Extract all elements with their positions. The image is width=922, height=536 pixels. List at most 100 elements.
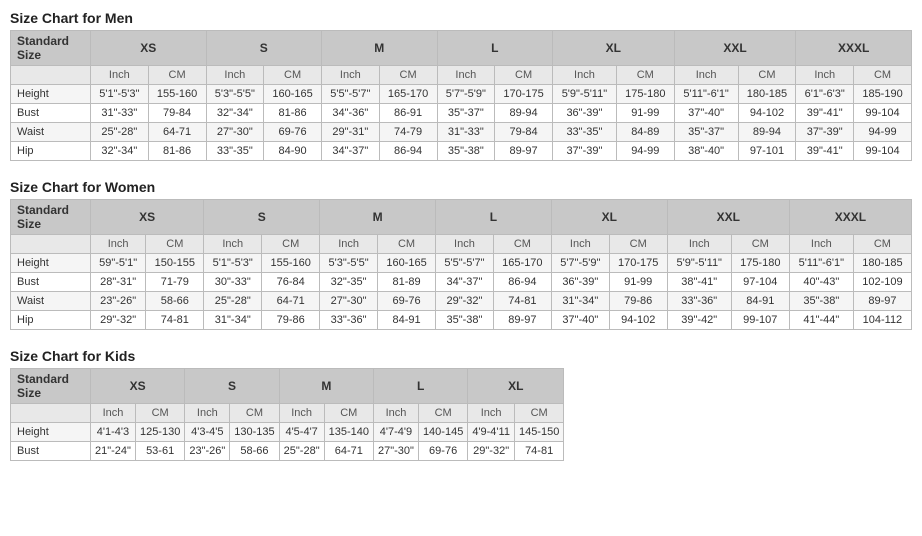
cell-value: 89-94 — [495, 104, 553, 123]
women-m-header: M — [320, 200, 436, 235]
men-xxl-inch: Inch — [674, 66, 738, 85]
cell-value: 64-71 — [262, 292, 320, 311]
kids-xs-cm: CM — [135, 404, 184, 423]
men-xs-cm: CM — [148, 66, 206, 85]
cell-value: 38"-40" — [674, 142, 738, 161]
kids-xl-cm: CM — [514, 404, 563, 423]
cell-value: 140-145 — [418, 423, 467, 442]
cell-value: 6'1"-6'3" — [796, 85, 854, 104]
cell-value: 94-99 — [616, 142, 674, 161]
cell-value: 86-94 — [379, 142, 437, 161]
cell-value: 4'3-4'5 — [185, 423, 230, 442]
cell-value: 33"-36" — [667, 292, 731, 311]
cell-value: 81-86 — [264, 104, 322, 123]
cell-value: 94-102 — [738, 104, 796, 123]
table-row: Bust21"-24"53-6123"-26"58-6625"-28"64-71… — [11, 442, 564, 461]
cell-value: 84-89 — [616, 123, 674, 142]
cell-value: 160-165 — [378, 254, 436, 273]
women-xs-header: XS — [91, 200, 204, 235]
cell-value: 4'1-4'3 — [91, 423, 136, 442]
cell-value: 180-185 — [853, 254, 911, 273]
kids-xl-header: XL — [468, 369, 564, 404]
cell-value: 79-84 — [148, 104, 206, 123]
cell-value: 58-66 — [230, 442, 279, 461]
cell-value: 91-99 — [616, 104, 674, 123]
table-row: Bust31"-33"79-8432"-34"81-8634"-36"86-91… — [11, 104, 912, 123]
men-xxxl-inch: Inch — [796, 66, 854, 85]
kids-header-row: Standard Size XS S M L XL — [11, 369, 564, 404]
kids-l-cm: CM — [418, 404, 467, 423]
men-table: Standard Size XS S M L XL XXL XXXL Inch … — [10, 30, 912, 161]
women-subheader-row: Inch CM Inch CM Inch CM Inch CM Inch CM … — [11, 235, 912, 254]
kids-table: Standard Size XS S M L XL Inch CM Inch C… — [10, 368, 564, 461]
cell-value: 165-170 — [379, 85, 437, 104]
cell-value: 37"-39" — [796, 123, 854, 142]
cell-value: 175-180 — [616, 85, 674, 104]
cell-value: 5'7"-5'9" — [437, 85, 495, 104]
cell-value: 4'7-4'9 — [373, 423, 418, 442]
row-label: Waist — [11, 123, 91, 142]
cell-value: 27"-30" — [373, 442, 418, 461]
cell-value: 25"-28" — [204, 292, 262, 311]
cell-value: 29"-32" — [436, 292, 494, 311]
cell-value: 79-86 — [262, 311, 320, 330]
cell-value: 104-112 — [853, 311, 911, 330]
women-body: Height59"-5'1"150-1555'1"-5'3"155-1605'3… — [11, 254, 912, 330]
row-label: Waist — [11, 292, 91, 311]
cell-value: 35"-38" — [436, 311, 494, 330]
cell-value: 180-185 — [738, 85, 796, 104]
cell-value: 36"-39" — [551, 273, 609, 292]
women-xs-cm: CM — [146, 235, 204, 254]
cell-value: 94-102 — [609, 311, 667, 330]
cell-value: 25"-28" — [279, 442, 324, 461]
men-m-inch: Inch — [322, 66, 380, 85]
cell-value: 69-76 — [264, 123, 322, 142]
men-xxl-cm: CM — [738, 66, 796, 85]
kids-l-header: L — [373, 369, 467, 404]
cell-value: 125-130 — [135, 423, 184, 442]
cell-value: 37"-39" — [553, 142, 617, 161]
cell-value: 97-104 — [731, 273, 789, 292]
men-header-row: Standard Size XS S M L XL XXL XXXL — [11, 31, 912, 66]
women-xs-inch: Inch — [91, 235, 146, 254]
row-label: Height — [11, 254, 91, 273]
cell-value: 97-101 — [738, 142, 796, 161]
cell-value: 99-107 — [731, 311, 789, 330]
cell-value: 27"-30" — [206, 123, 264, 142]
cell-value: 41"-44" — [789, 311, 853, 330]
cell-value: 35"-37" — [674, 123, 738, 142]
cell-value: 86-91 — [379, 104, 437, 123]
women-section: Size Chart for Women Standard Size XS S … — [10, 179, 912, 330]
cell-value: 39"-41" — [796, 104, 854, 123]
men-title: Size Chart for Men — [10, 10, 912, 26]
table-row: Height4'1-4'3125-1304'3-4'5130-1354'5-4'… — [11, 423, 564, 442]
cell-value: 5'3"-5'5" — [320, 254, 378, 273]
cell-value: 33"-36" — [320, 311, 378, 330]
men-xxxl-cm: CM — [854, 66, 912, 85]
cell-value: 34"-36" — [322, 104, 380, 123]
cell-value: 38"-41" — [667, 273, 731, 292]
women-standard-size-header: Standard Size — [11, 200, 91, 235]
cell-value: 32"-34" — [91, 142, 149, 161]
kids-subheader-row: Inch CM Inch CM Inch CM Inch CM Inch CM — [11, 404, 564, 423]
cell-value: 69-76 — [378, 292, 436, 311]
cell-value: 145-150 — [514, 423, 563, 442]
cell-value: 29"-31" — [322, 123, 380, 142]
cell-value: 102-109 — [853, 273, 911, 292]
cell-value: 89-97 — [853, 292, 911, 311]
cell-value: 81-89 — [378, 273, 436, 292]
women-l-cm: CM — [493, 235, 551, 254]
cell-value: 37"-40" — [551, 311, 609, 330]
women-xxl-header: XXL — [667, 200, 789, 235]
row-label: Bust — [11, 273, 91, 292]
men-l-inch: Inch — [437, 66, 495, 85]
cell-value: 5'3"-5'5" — [206, 85, 264, 104]
cell-value: 69-76 — [418, 442, 467, 461]
cell-value: 53-61 — [135, 442, 184, 461]
cell-value: 40"-43" — [789, 273, 853, 292]
table-row: Hip32"-34"81-8633"-35"84-9034"-37"86-943… — [11, 142, 912, 161]
cell-value: 35"-37" — [437, 104, 495, 123]
cell-value: 58-66 — [146, 292, 204, 311]
cell-value: 79-86 — [609, 292, 667, 311]
row-label: Hip — [11, 142, 91, 161]
